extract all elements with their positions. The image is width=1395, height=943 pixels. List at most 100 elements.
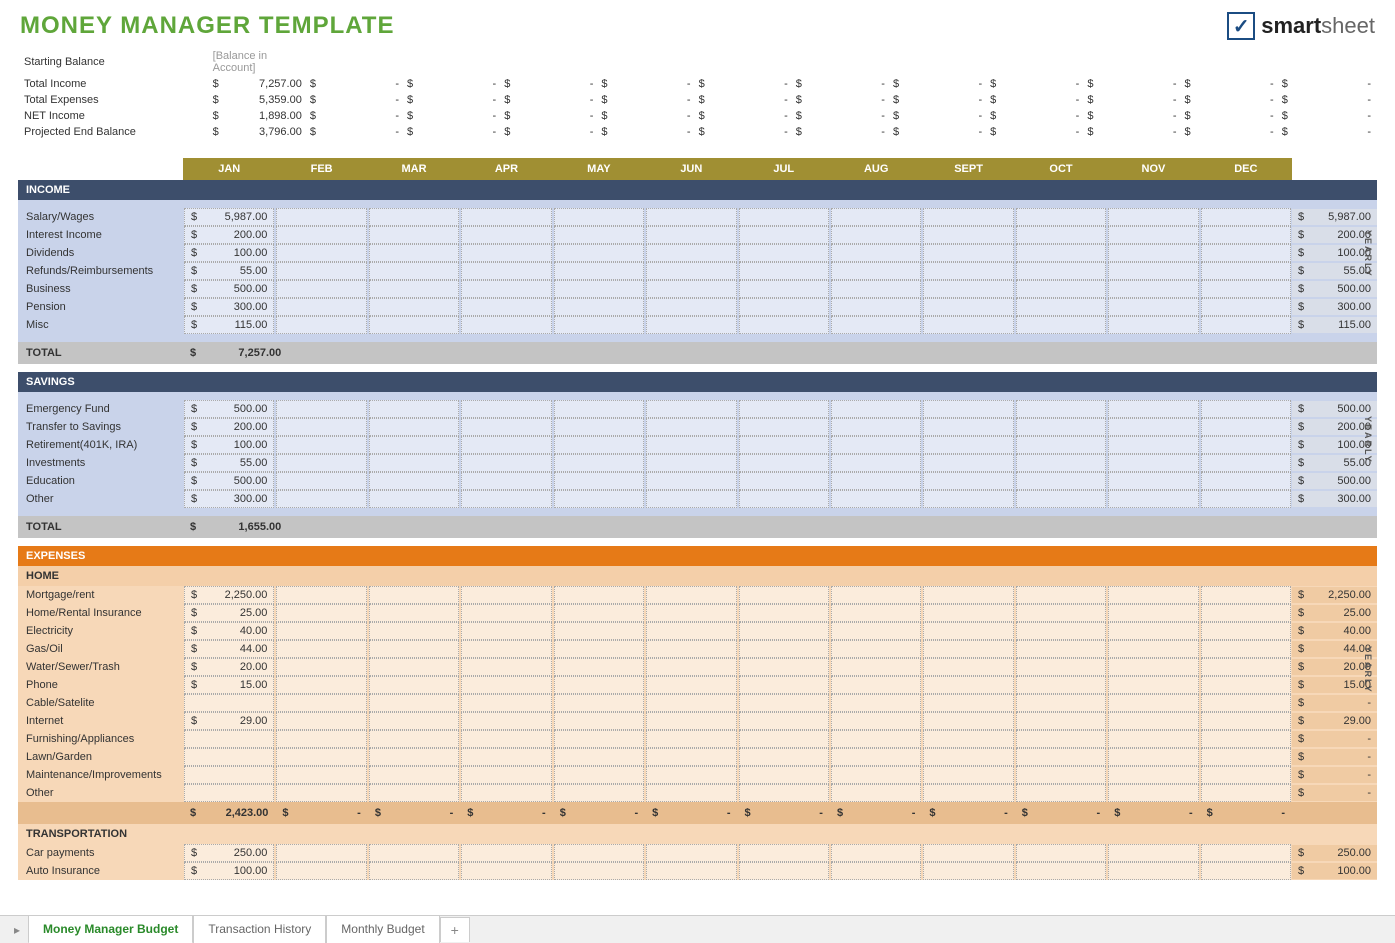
data-cell[interactable] [739,244,829,262]
data-cell[interactable] [276,418,366,436]
data-cell[interactable] [276,298,366,316]
data-cell[interactable] [369,604,459,622]
data-cell[interactable] [739,418,829,436]
data-cell[interactable] [554,748,644,766]
data-cell[interactable] [831,316,921,334]
data-cell[interactable] [554,436,644,454]
data-cell[interactable] [554,244,644,262]
data-cell[interactable] [1201,766,1291,784]
summary-cell[interactable]: $- [500,124,597,140]
data-cell[interactable] [1201,844,1291,862]
data-cell[interactable] [646,226,736,244]
data-cell[interactable] [369,862,459,880]
data-cell[interactable] [369,730,459,748]
data-cell[interactable] [646,490,736,508]
sheet-tab[interactable]: Transaction History [193,915,326,943]
summary-cell[interactable]: $- [792,124,889,140]
data-cell[interactable] [739,784,829,802]
data-cell[interactable] [831,586,921,604]
data-cell[interactable] [1016,298,1106,316]
data-cell[interactable]: $29.00 [184,712,274,730]
data-cell[interactable] [1108,604,1198,622]
data-cell[interactable] [461,226,551,244]
summary-cell[interactable]: $- [792,108,889,124]
summary-cell[interactable]: $- [1181,108,1278,124]
data-cell[interactable] [646,436,736,454]
data-cell[interactable] [646,586,736,604]
data-cell[interactable] [461,316,551,334]
summary-cell[interactable]: $- [1083,92,1180,108]
data-cell[interactable] [461,622,551,640]
starting-balance-placeholder[interactable]: [Balance in Account] [209,48,306,76]
data-cell[interactable] [276,604,366,622]
data-cell[interactable] [646,748,736,766]
data-cell[interactable] [831,418,921,436]
data-cell[interactable]: $500.00 [184,280,274,298]
data-cell[interactable] [646,262,736,280]
data-cell[interactable] [739,586,829,604]
data-cell[interactable] [739,622,829,640]
data-cell[interactable] [923,298,1013,316]
data-cell[interactable] [276,730,366,748]
data-cell[interactable] [1108,712,1198,730]
data-cell[interactable] [1108,244,1198,262]
data-cell[interactable] [646,280,736,298]
data-cell[interactable] [369,490,459,508]
data-cell[interactable] [1201,748,1291,766]
data-cell[interactable] [1201,454,1291,472]
data-cell[interactable] [461,730,551,748]
data-cell[interactable] [461,784,551,802]
summary-cell[interactable]: $- [1278,108,1375,124]
data-cell[interactable] [276,658,366,676]
data-cell[interactable] [1108,436,1198,454]
data-cell[interactable] [461,418,551,436]
data-cell[interactable] [923,316,1013,334]
data-cell[interactable] [276,316,366,334]
data-cell[interactable] [739,658,829,676]
data-cell[interactable] [1016,490,1106,508]
data-cell[interactable] [831,862,921,880]
data-cell[interactable] [831,400,921,418]
data-cell[interactable] [1016,280,1106,298]
data-cell[interactable] [923,640,1013,658]
data-cell[interactable] [831,766,921,784]
summary-cell[interactable]: $- [500,108,597,124]
data-cell[interactable] [369,400,459,418]
data-cell[interactable] [739,748,829,766]
data-cell[interactable] [369,472,459,490]
data-cell[interactable] [369,586,459,604]
data-cell[interactable] [554,490,644,508]
data-cell[interactable]: $20.00 [184,658,274,676]
data-cell[interactable] [739,640,829,658]
data-cell[interactable]: $100.00 [184,862,274,880]
data-cell[interactable] [276,400,366,418]
data-cell[interactable] [923,604,1013,622]
summary-cell[interactable]: $- [986,108,1083,124]
data-cell[interactable] [461,490,551,508]
data-cell[interactable] [276,862,366,880]
data-cell[interactable] [739,694,829,712]
data-cell[interactable] [554,298,644,316]
data-cell[interactable] [276,694,366,712]
data-cell[interactable] [739,226,829,244]
summary-cell[interactable]: $- [986,92,1083,108]
data-cell[interactable] [831,262,921,280]
data-cell[interactable] [1016,766,1106,784]
data-cell[interactable] [461,862,551,880]
data-cell[interactable] [1108,298,1198,316]
data-cell[interactable] [276,490,366,508]
data-cell[interactable] [1016,418,1106,436]
data-cell[interactable] [923,730,1013,748]
summary-cell[interactable]: $- [306,92,403,108]
data-cell[interactable] [646,712,736,730]
data-cell[interactable] [1108,784,1198,802]
summary-cell[interactable]: $- [1181,76,1278,92]
data-cell[interactable] [1108,400,1198,418]
data-cell[interactable] [554,586,644,604]
summary-cell[interactable]: $- [403,124,500,140]
data-cell[interactable] [1016,676,1106,694]
data-cell[interactable] [276,280,366,298]
data-cell[interactable] [1016,400,1106,418]
data-cell[interactable] [739,472,829,490]
data-cell[interactable] [461,472,551,490]
